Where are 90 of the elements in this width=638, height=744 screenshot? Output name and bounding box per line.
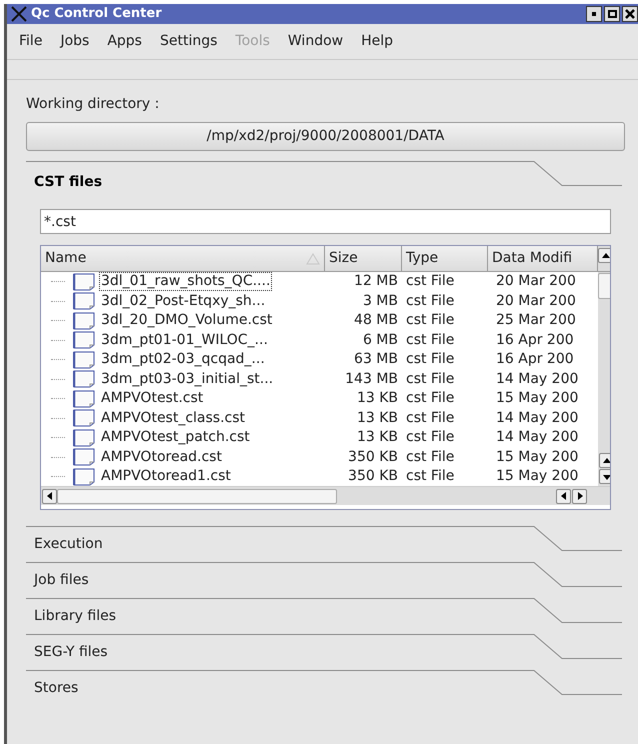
modified-date: 20 Mar 200 (495, 292, 577, 311)
section-header[interactable]: Stores (26, 670, 625, 706)
modified-date: 15 May 200 (495, 389, 580, 408)
window-title: Qc Control Center (31, 5, 162, 24)
menu-item[interactable]: Apps (99, 28, 150, 54)
scroll-left-button[interactable] (556, 488, 571, 504)
file-name[interactable]: AMPVOtest.cst (99, 389, 206, 408)
scroll-up-button[interactable] (598, 248, 610, 263)
file-type: cst File (405, 389, 456, 408)
file-icon (73, 390, 95, 408)
modified-date: 14 May 200 (495, 428, 580, 448)
section-header[interactable]: CST files (26, 161, 625, 197)
file-size: 350 KB (347, 448, 399, 467)
menu-item[interactable]: File (11, 28, 50, 54)
file-size: 12 MB (353, 272, 399, 292)
scroll-down-button[interactable] (599, 469, 610, 484)
modified-date: 16 Apr 200 (495, 350, 575, 370)
file-icon (73, 428, 95, 447)
menu-item[interactable]: Help (353, 28, 402, 54)
horizontal-scrollbar[interactable] (41, 486, 610, 505)
column-header[interactable]: Type (402, 246, 488, 272)
file-size: 3 MB (362, 292, 399, 311)
file-icon (73, 468, 95, 486)
file-name[interactable]: 3dl_01_raw_shots_QC.... (99, 272, 272, 292)
file-type: cst File (405, 408, 456, 428)
section-header[interactable]: Execution (26, 526, 625, 562)
column-header[interactable]: Data Modifi (488, 246, 598, 272)
scroll-thumb[interactable] (57, 488, 337, 504)
file-icon (73, 312, 95, 330)
file-icon (73, 331, 95, 350)
modified-date: 20 Mar 200 (495, 272, 577, 292)
modified-date: 14 May 200 (495, 408, 580, 428)
file-type: cst File (405, 370, 456, 389)
menu-item[interactable]: Window (280, 28, 352, 54)
modified-date: 15 May 200 (495, 467, 580, 486)
modified-date: 16 Apr 200 (495, 330, 575, 350)
file-name[interactable]: 3dm_pt03-03_initial_st... (99, 370, 276, 389)
file-size: 63 MB (353, 350, 399, 370)
modified-date: 25 Mar 200 (495, 311, 577, 330)
file-size: 13 KB (356, 389, 399, 408)
file-icon (73, 370, 95, 388)
file-type: cst File (405, 330, 456, 350)
file-name[interactable]: 3dm_pt01-01_WILOC_... (99, 330, 270, 350)
vertical-scrollbar[interactable] (598, 272, 610, 486)
scroll-up-button[interactable] (599, 453, 610, 468)
file-name[interactable]: AMPVOtoread.cst (99, 448, 224, 467)
directory-button[interactable]: /mp/xd2/proj/9000/2008001/DATA (26, 122, 625, 151)
file-icon (73, 448, 95, 466)
x-logo-icon (11, 6, 27, 22)
field-label: Working directory : (26, 95, 160, 114)
file-type: cst File (405, 292, 456, 311)
file-type: cst File (405, 448, 456, 467)
minimize-button[interactable] (586, 6, 602, 22)
file-size: 350 KB (347, 467, 399, 486)
file-name[interactable]: AMPVOtoread1.cst (99, 467, 233, 486)
menu-item[interactable]: Jobs (52, 28, 98, 54)
file-type: cst File (405, 428, 456, 448)
scroll-right-button[interactable] (572, 488, 587, 504)
file-name[interactable]: 3dl_02_Post-Etqxy_sh... (99, 292, 268, 311)
file-type: cst File (405, 350, 456, 370)
column-header[interactable]: Size (325, 246, 402, 272)
sort-arrow-icon (306, 252, 320, 264)
scroll-thumb[interactable] (598, 273, 610, 299)
modified-date: 14 May 200 (495, 370, 580, 389)
filter-field[interactable]: *.cst (40, 209, 611, 234)
close-button[interactable] (622, 6, 638, 22)
file-icon (73, 272, 95, 291)
file-name[interactable]: AMPVOtest_class.cst (99, 408, 248, 428)
maximize-button[interactable] (604, 6, 620, 22)
file-size: 48 MB (353, 311, 399, 330)
file-icon (73, 350, 95, 369)
section-header[interactable]: Library files (26, 598, 625, 634)
file-type: cst File (405, 272, 456, 292)
file-icon (73, 292, 95, 310)
section-header[interactable]: Job files (26, 562, 625, 598)
column-header[interactable]: Name (41, 246, 325, 272)
file-name[interactable]: 3dl_20_DMO_Volume.cst (99, 311, 274, 330)
file-name[interactable]: 3dm_pt02-03_qcqad_... (99, 350, 267, 370)
file-name[interactable]: AMPVOtest_patch.cst (99, 428, 252, 448)
file-icon (73, 409, 95, 428)
scroll-left-button[interactable] (42, 488, 57, 504)
file-type: cst File (405, 467, 456, 486)
menu-item[interactable]: Settings (152, 28, 226, 54)
section-header[interactable]: SEG-Y files (26, 634, 625, 670)
file-size: 13 KB (356, 408, 399, 428)
file-size: 143 MB (344, 370, 399, 389)
file-size: 13 KB (356, 428, 399, 448)
modified-date: 15 May 200 (495, 448, 580, 467)
file-type: cst File (405, 311, 456, 330)
file-size: 6 MB (362, 330, 399, 350)
